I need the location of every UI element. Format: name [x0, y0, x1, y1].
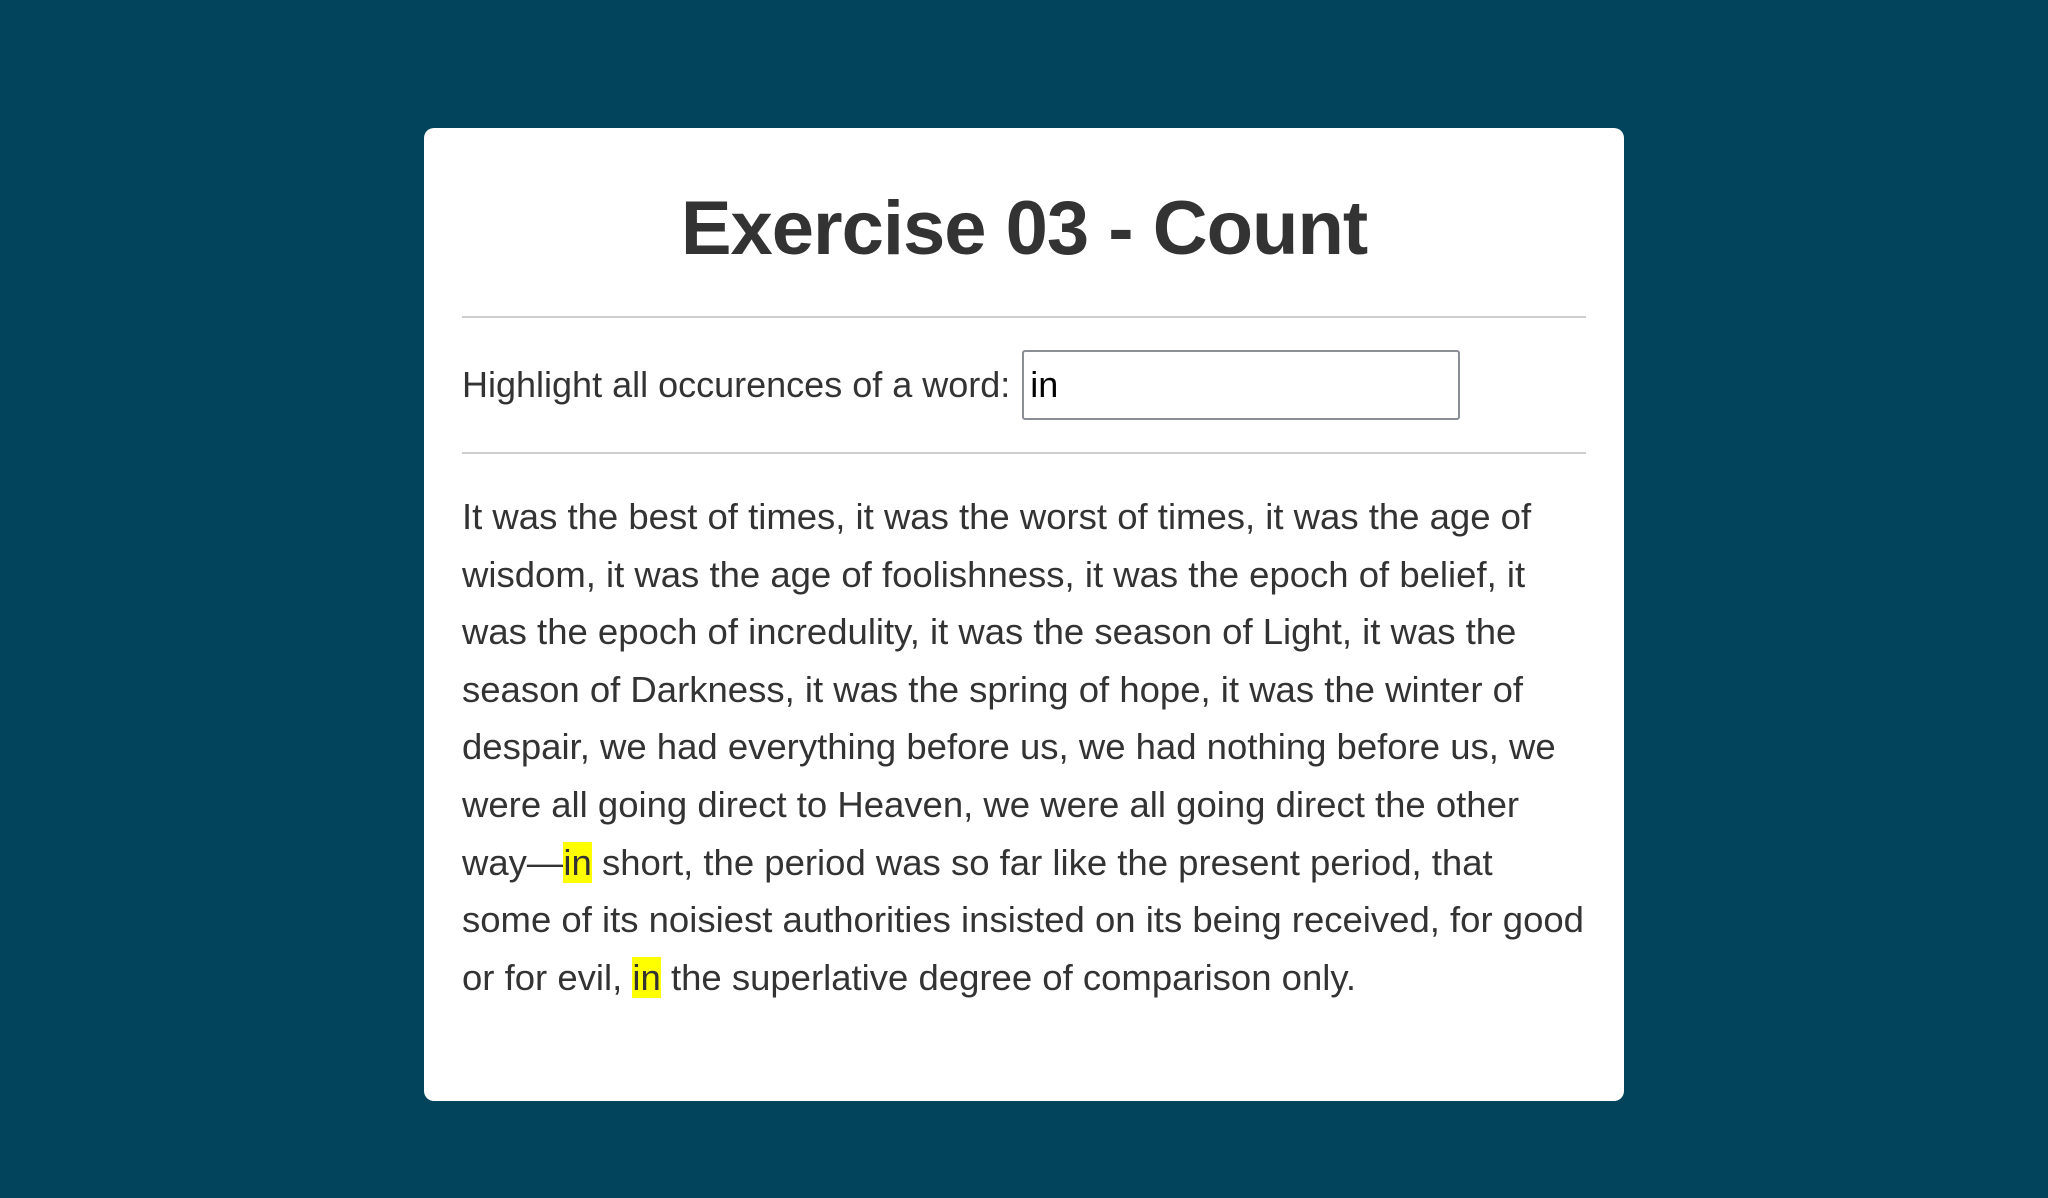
passage-segment: the superlative degree of comparison onl… — [660, 956, 1357, 998]
search-label: Highlight all occurences of a word: — [462, 364, 1011, 405]
passage-segment: It was the best of times, it was the wor… — [462, 496, 1556, 883]
page-title: Exercise 03 - Count — [680, 186, 1368, 271]
search-row: Highlight all occurences of a word: — [462, 318, 1586, 452]
exercise-card: Exercise 03 - Count Highlight all occure… — [424, 128, 1624, 1101]
search-input[interactable] — [1022, 350, 1461, 420]
highlighted-word: in — [632, 956, 661, 998]
highlighted-word: in — [563, 841, 592, 883]
passage-text: It was the best of times, it was the wor… — [462, 454, 1586, 1006]
